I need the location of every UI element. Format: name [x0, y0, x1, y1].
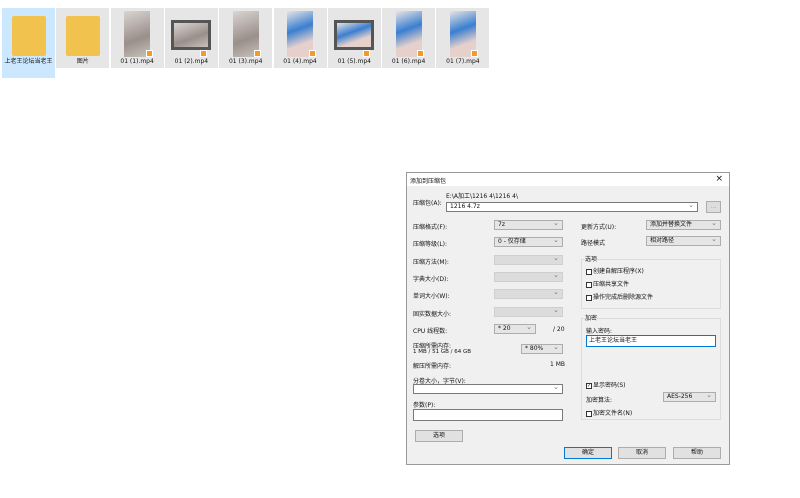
encrypt-names-checkbox[interactable]: 加密文件名(N) [586, 408, 632, 417]
video-file-item[interactable]: 01 (4).mp4 [273, 8, 327, 68]
options-button[interactable]: 选项 [415, 430, 463, 442]
format-select[interactable]: 7z [494, 219, 563, 230]
close-icon[interactable]: × [715, 174, 723, 184]
level-label: 压缩等级(L): [413, 241, 448, 248]
mem-percent-select[interactable]: * 80% [521, 343, 563, 354]
path-label: 路径模式 [581, 240, 606, 247]
dict-select[interactable] [494, 271, 563, 282]
params-input[interactable] [413, 409, 563, 421]
video-file-item[interactable]: 01 (5).mp4 [327, 8, 381, 68]
word-select[interactable] [494, 288, 563, 299]
cpu-max: / 20 [553, 326, 565, 333]
play-icon [308, 50, 316, 57]
play-icon [362, 50, 370, 57]
file-name: 上老王论坛当老王 [4, 58, 53, 65]
archive-label: 压缩包(A): [413, 200, 442, 207]
show-password-label: 显示密码(S) [593, 382, 626, 389]
password-label: 输入密码: [586, 328, 613, 335]
play-icon [471, 50, 479, 57]
encryption-group-title: 加密 [585, 313, 598, 322]
checkbox-icon [586, 268, 592, 275]
decomp-value: 1 MB [550, 361, 566, 368]
file-name: 01 (6).mp4 [391, 58, 426, 65]
video-file-item[interactable]: 01 (7).mp4 [436, 8, 490, 68]
checkbox-icon [586, 281, 592, 288]
title-bar: 添加到压缩包 × [407, 173, 729, 186]
word-label: 单词大小(W): [413, 293, 450, 300]
delete-checkbox[interactable]: 操作完成后删除源文件 [586, 292, 653, 301]
shared-label: 压缩共享文件 [593, 281, 630, 288]
ok-button[interactable]: 确定 [564, 447, 612, 459]
folder-item[interactable]: 图片 [56, 8, 110, 68]
video-file-item[interactable]: 01 (3).mp4 [219, 8, 273, 68]
solid-label: 固实数据大小: [413, 311, 452, 318]
folder-icon [11, 16, 46, 56]
file-name: 01 (4).mp4 [283, 58, 317, 65]
file-name: 01 (2).mp4 [174, 58, 209, 65]
path-select[interactable]: 相对路径 [646, 235, 721, 246]
video-file-item[interactable]: 01 (6).mp4 [382, 8, 436, 68]
file-name: 01 (5).mp4 [337, 58, 371, 65]
options-group-title: 选项 [585, 254, 598, 263]
file-name: 01 (3).mp4 [228, 58, 263, 65]
dict-label: 字典大小(D): [413, 276, 449, 283]
update-label: 更新方式(U): [581, 224, 617, 231]
play-icon [145, 50, 153, 57]
cancel-button[interactable]: 取消 [618, 447, 666, 459]
method-label: 压缩方法(M): [413, 259, 449, 266]
delete-label: 操作完成后删除源文件 [593, 294, 654, 301]
mem-value: 1 MB / 51 GB / 64 GB [413, 349, 472, 355]
encrypt-names-label: 加密文件名(N) [593, 410, 633, 417]
cpu-label: CPU 线程数: [413, 328, 448, 335]
play-icon [199, 50, 207, 57]
archive-path: E:\A加工\1216 4\1216 4\ [446, 193, 518, 200]
dialog-title: 添加到压缩包 [410, 178, 447, 185]
shared-checkbox[interactable]: 压缩共享文件 [586, 279, 629, 288]
add-to-archive-dialog: 添加到压缩包 × 压缩包(A): E:\A加工\1216 4\1216 4\ 1… [406, 172, 730, 465]
file-name: 01 (7).mp4 [446, 58, 480, 65]
cpu-select[interactable]: * 20 [494, 323, 536, 334]
folder-icon [65, 16, 100, 56]
sfx-label: 创建自解压程序(X) [593, 268, 644, 275]
video-thumbnail-icon [334, 20, 375, 50]
archive-name-combo[interactable]: 1216 4.7z [446, 201, 698, 212]
file-name: 图片 [76, 58, 89, 65]
show-password-checkbox[interactable]: ✓ 显示密码(S) [586, 380, 626, 389]
enc-method-label: 加密算法: [586, 397, 613, 404]
play-icon [254, 50, 262, 57]
file-name: 01 (1).mp4 [120, 58, 154, 65]
checkbox-icon [586, 294, 592, 301]
update-select[interactable]: 添加并替换文件 [646, 219, 721, 230]
checkmark-icon: ✓ [586, 382, 592, 389]
solid-select[interactable] [494, 306, 563, 317]
browse-button[interactable]: ... [706, 201, 721, 213]
video-file-item[interactable]: 01 (2).mp4 [164, 8, 218, 68]
play-icon [417, 50, 425, 57]
method-select[interactable] [494, 254, 563, 265]
sfx-checkbox[interactable]: 创建自解压程序(X) [586, 266, 644, 275]
format-label: 压缩格式(F): [413, 224, 448, 231]
checkbox-icon [586, 410, 592, 417]
video-file-item[interactable]: 01 (1).mp4 [110, 8, 164, 68]
level-select[interactable]: 0 - 仅存储 [494, 236, 563, 247]
video-thumbnail-icon [171, 20, 212, 50]
password-input[interactable]: 上老王论坛当老王 [586, 335, 716, 347]
folder-item[interactable]: 上老王论坛当老王 [2, 8, 55, 78]
decomp-label: 解压所需内存: [413, 363, 452, 370]
params-label: 参数(P): [413, 402, 436, 409]
split-combo[interactable] [413, 383, 563, 394]
enc-method-select[interactable]: AES-256 [663, 391, 716, 402]
help-button[interactable]: 帮助 [673, 447, 721, 459]
